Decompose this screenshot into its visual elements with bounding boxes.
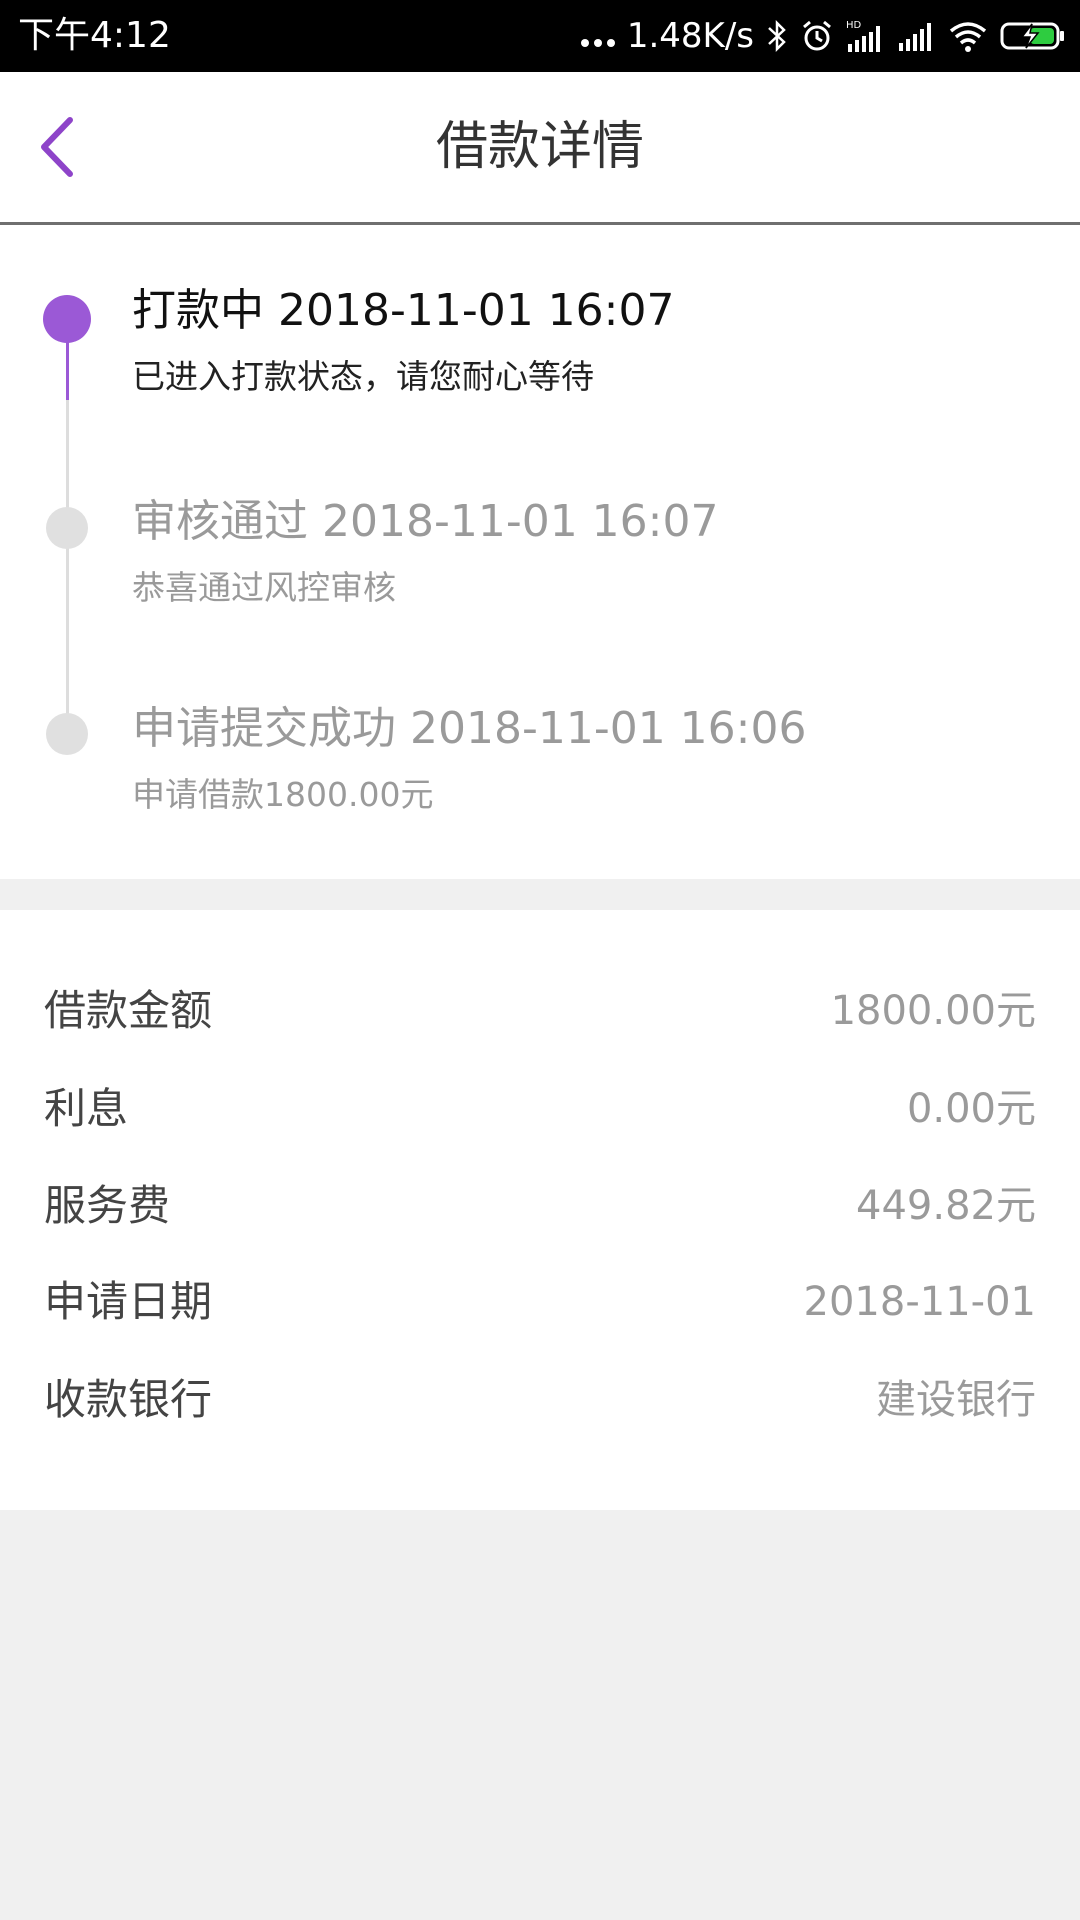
alarm-icon — [803, 20, 831, 51]
timeline-dot-active — [43, 295, 91, 343]
detail-label: 借款金额 — [44, 986, 213, 1035]
detail-row-amount: 借款金额 1800.00元 — [0, 979, 1080, 1043]
app-header: 借款详情 — [0, 72, 1080, 225]
timeline-step-desc: 恭喜通过风控审核 — [132, 568, 396, 607]
loan-status-timeline: 打款中 2018-11-01 16:07 已进入打款状态，请您耐心等待 审核通过… — [0, 225, 1080, 879]
loan-details: 借款金额 1800.00元 利息 0.00元 服务费 449.82元 申请日期 … — [0, 910, 1080, 1510]
detail-value: 建设银行 — [876, 1377, 1036, 1423]
timeline-dot — [46, 507, 88, 549]
more-dots-icon — [580, 39, 615, 47]
detail-value: 0.00元 — [906, 1086, 1036, 1132]
status-icons: 1.48K/s HD — [580, 14, 1066, 58]
detail-row-interest: 利息 0.00元 — [0, 1077, 1080, 1141]
detail-row-bank: 收款银行 建设银行 — [0, 1368, 1080, 1432]
signal-icon — [899, 23, 931, 51]
detail-label: 利息 — [44, 1084, 129, 1133]
status-bar: 下午4:12 1.48K/s HD — [0, 0, 1080, 72]
wifi-icon — [949, 22, 987, 52]
detail-value: 1800.00元 — [830, 988, 1036, 1034]
svg-text:HD: HD — [846, 20, 862, 31]
page-title: 借款详情 — [435, 117, 644, 177]
detail-label: 申请日期 — [44, 1277, 213, 1326]
detail-value: 449.82元 — [856, 1183, 1036, 1229]
timeline-step-desc: 申请借款1800.00元 — [132, 775, 434, 814]
timeline-line — [66, 400, 69, 730]
detail-row-service-fee: 服务费 449.82元 — [0, 1174, 1080, 1238]
detail-label: 服务费 — [44, 1181, 171, 1230]
status-time: 下午4:12 — [18, 15, 171, 56]
timeline-dot — [46, 713, 88, 755]
bluetooth-icon — [768, 19, 786, 53]
detail-label: 收款银行 — [44, 1375, 213, 1424]
timeline-step-desc: 已进入打款状态，请您耐心等待 — [132, 357, 594, 396]
battery-charging-icon — [1000, 22, 1064, 50]
timeline-step-title: 审核通过 2018-11-01 16:07 — [132, 496, 719, 547]
network-speed: 1.48K/s — [626, 16, 754, 56]
hd-signal-icon: HD — [846, 20, 880, 52]
detail-row-apply-date: 申请日期 2018-11-01 — [0, 1270, 1080, 1334]
timeline-step-title: 打款中 2018-11-01 16:07 — [132, 285, 675, 336]
timeline-step-title: 申请提交成功 2018-11-01 16:06 — [132, 703, 807, 754]
detail-value: 2018-11-01 — [803, 1279, 1036, 1325]
